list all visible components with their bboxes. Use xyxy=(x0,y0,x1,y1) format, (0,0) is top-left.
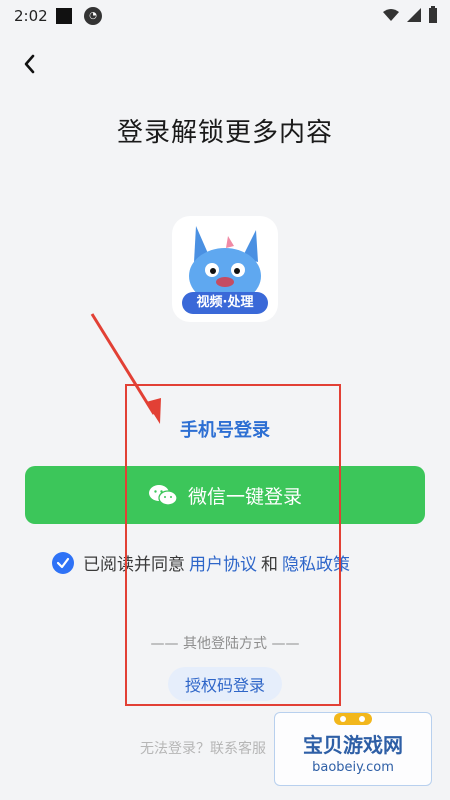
status-time: 2:02 xyxy=(14,7,48,25)
app-logo: 视频·处理 xyxy=(172,216,278,322)
battery-icon xyxy=(429,6,437,23)
gamepad-icon xyxy=(334,713,372,725)
page-title: 登录解锁更多内容 xyxy=(116,118,333,148)
notification-square-icon xyxy=(56,8,72,24)
check-icon xyxy=(56,557,70,568)
chevron-left-icon xyxy=(24,54,35,74)
annotation-arrow-icon xyxy=(90,313,161,424)
contact-support-link[interactable]: 无法登录？联系客服 xyxy=(140,738,266,758)
status-bar: 2:02 ◔ xyxy=(0,0,450,32)
system-icons xyxy=(382,6,438,24)
back-button[interactable] xyxy=(16,50,44,78)
app-notification-icon: ◔ xyxy=(84,7,102,25)
agreement-checkbox[interactable] xyxy=(52,551,74,574)
watermark-url: baobeiy.com xyxy=(312,760,394,775)
app-logo-label: 视频·处理 xyxy=(182,292,268,314)
watermark-title: 宝贝游戏网 xyxy=(303,733,403,757)
wifi-icon xyxy=(383,9,399,21)
signal-icon xyxy=(407,8,421,22)
site-watermark: 宝贝游戏网 baobeiy.com xyxy=(274,712,432,786)
